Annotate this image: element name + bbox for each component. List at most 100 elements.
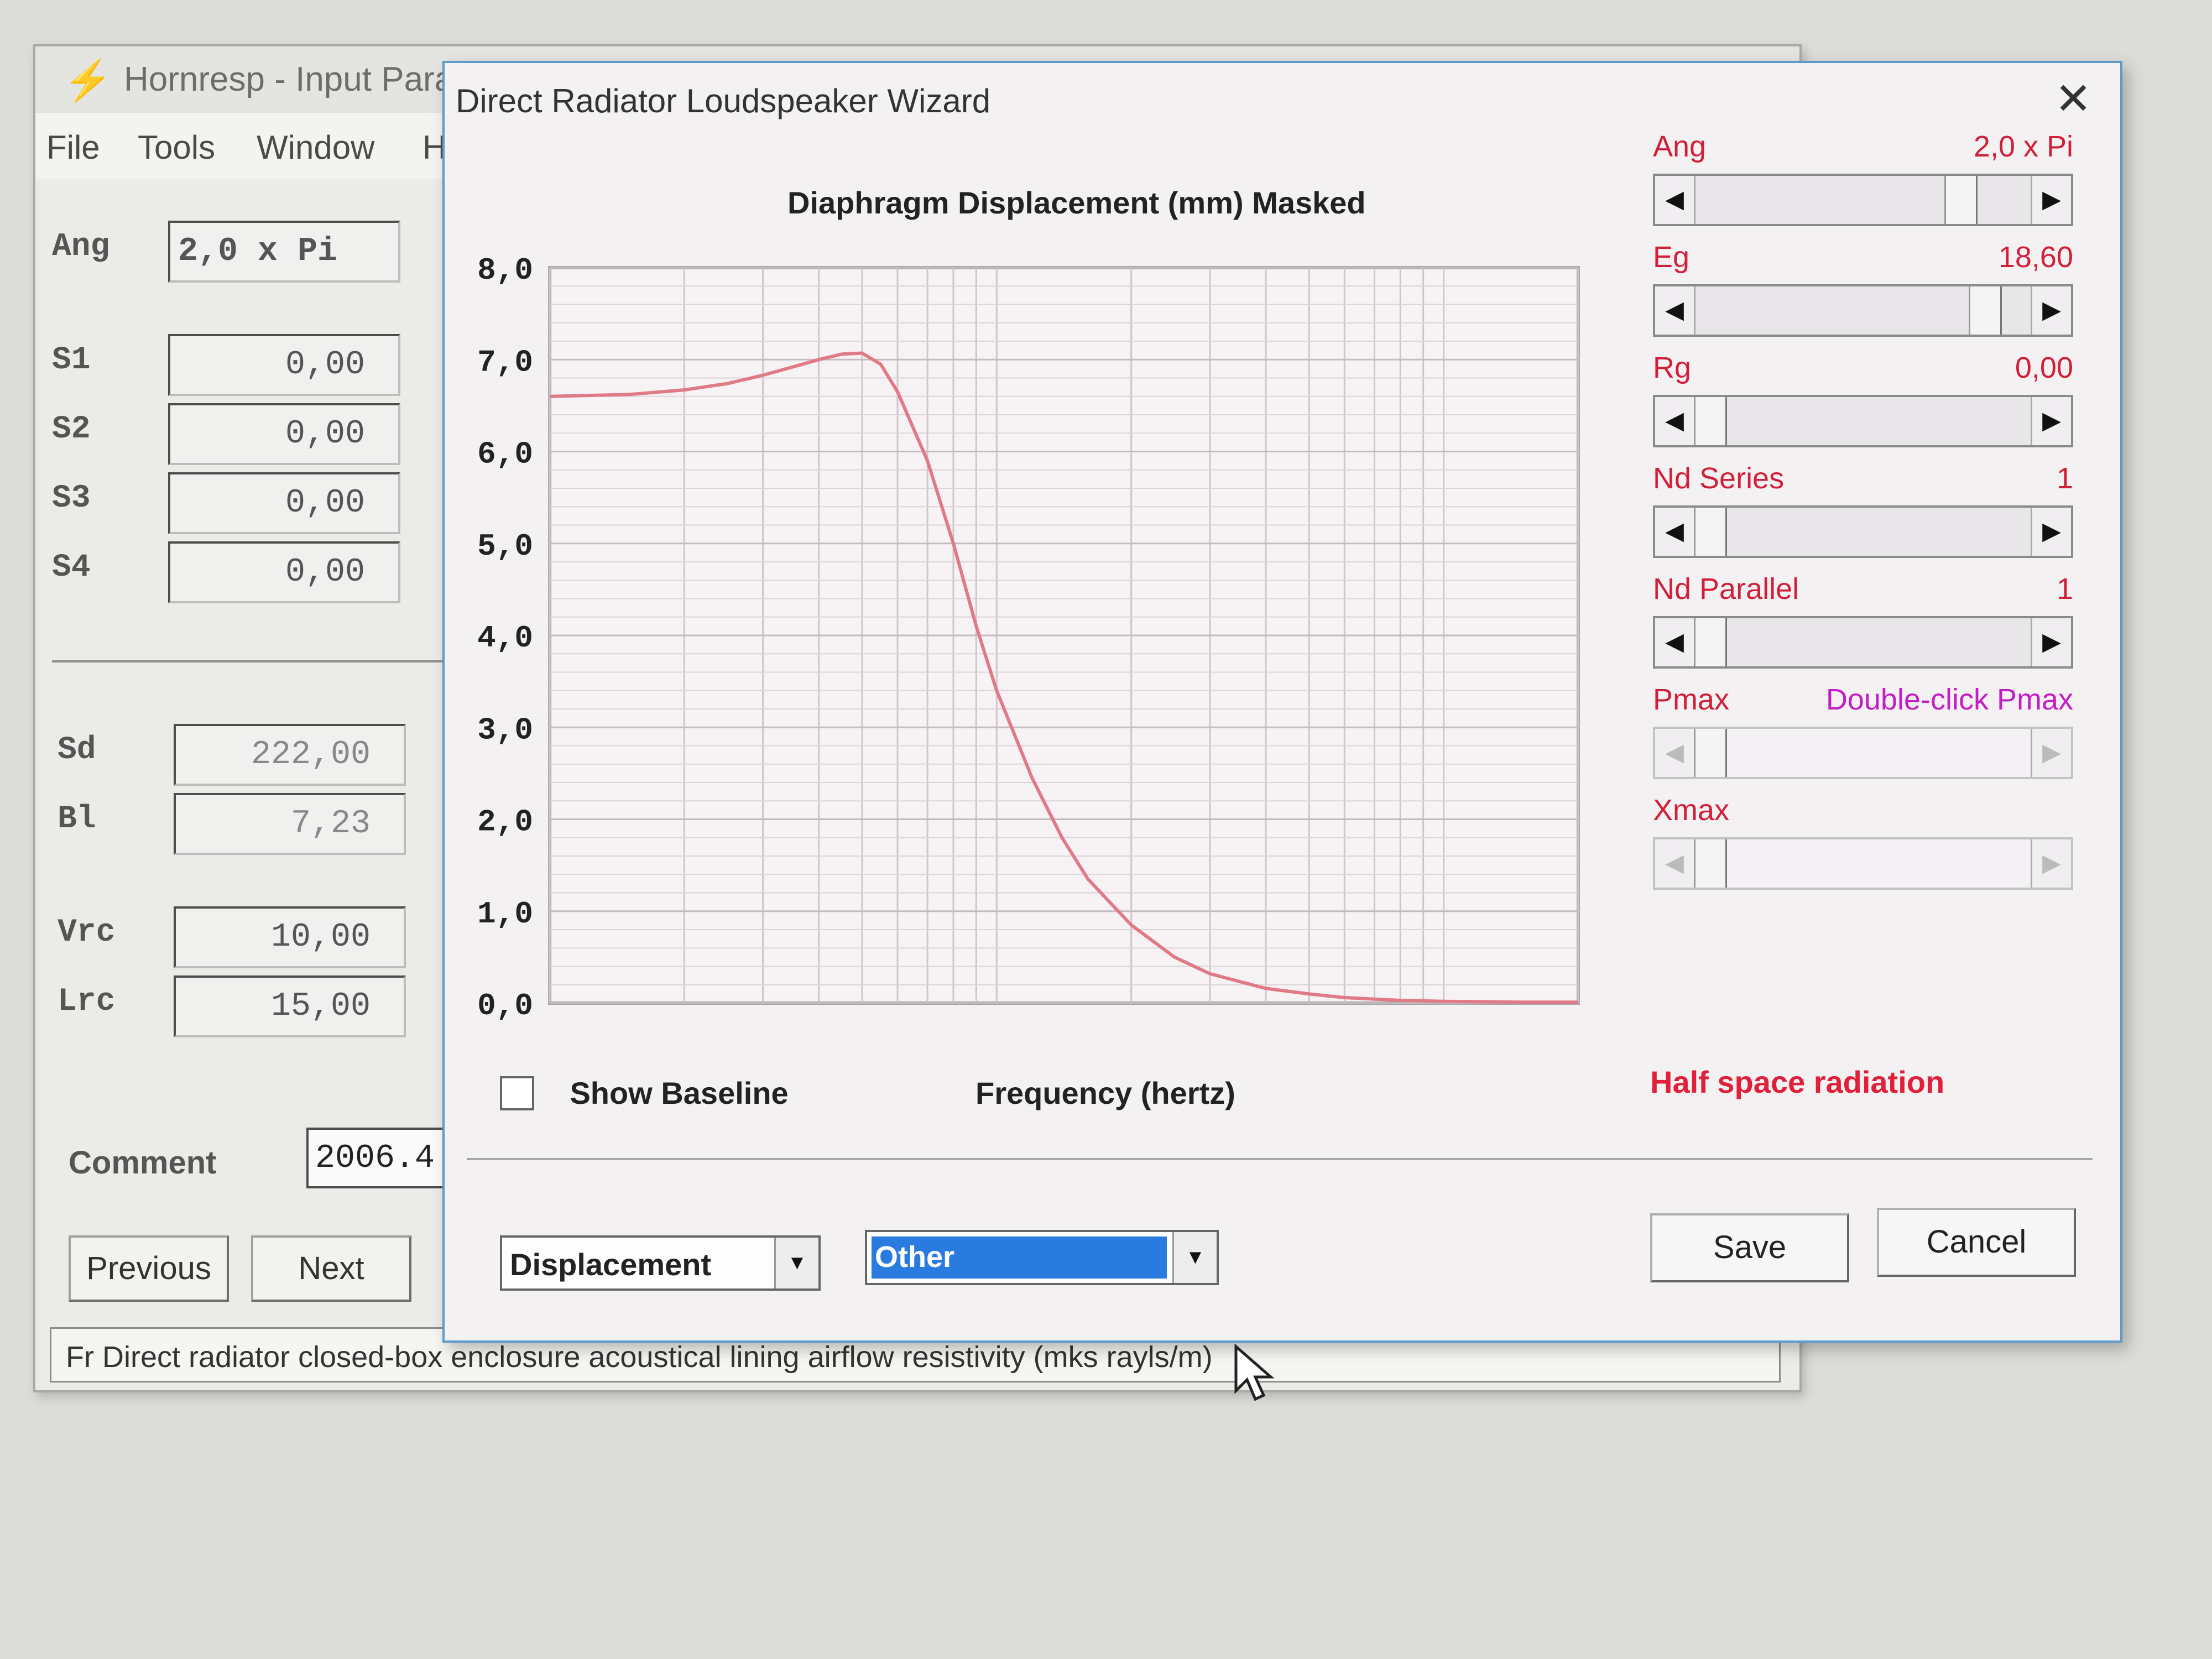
s2-field[interactable]: 0,00 [168,403,400,465]
next-button[interactable]: Next [251,1235,411,1302]
vrc-label: Vrc [58,915,116,951]
y-tick-label: 2,0 [478,805,533,840]
arrow-left-icon[interactable]: ◀ [1655,508,1695,556]
arrow-right-icon[interactable]: ▶ [2031,508,2071,556]
y-tick-label: 0,0 [478,988,533,1020]
sd-field[interactable]: 222,00 [174,724,406,786]
arrow-left-icon[interactable]: ◀ [1655,618,1695,666]
arrow-left-icon[interactable]: ◀ [1655,397,1695,445]
slider-value: 18,60 [1998,241,2073,274]
slider-track[interactable]: ◀ ▶ [1653,284,2073,337]
slider-track[interactable]: ◀ ▶ [1653,174,2073,226]
slider-value[interactable]: Double-click Pmax [1826,682,2073,717]
arrow-left-icon[interactable]: ◀ [1655,176,1695,224]
s1-label: S1 [52,342,91,378]
s4-field[interactable]: 0,00 [168,541,400,603]
slider-track[interactable]: ◀ ▶ [1653,395,2073,447]
s1-field[interactable]: 0,00 [168,334,400,396]
arrow-right-icon[interactable]: ▶ [2031,618,2071,666]
bl-field[interactable]: 7,23 [174,793,406,855]
chart-title: Diaphragm Displacement (mm) Masked [787,185,1366,220]
window-title: Hornresp - Input Paran [124,60,473,98]
slider-nd-series: Nd Series 1 ◀ ▶ [1653,461,2073,561]
slider-thumb[interactable] [1944,176,1978,224]
slider-nd-parallel: Nd Parallel 1 ◀ ▶ [1653,572,2073,671]
slider-eg: Eg 18,60 ◀ ▶ [1653,240,2073,340]
slider-value: 2,0 x Pi [1973,130,2073,163]
close-icon[interactable]: ✕ [2048,74,2098,124]
ang-label: Ang [52,229,110,265]
plot-type-select[interactable]: Displacement ▼ [500,1235,821,1291]
y-tick-label: 8,0 [478,253,533,288]
arrow-right-icon: ▶ [2031,839,2071,888]
slider-pmax: Pmax Double-click Pmax ◀ ▶ [1653,682,2073,782]
slider-thumb[interactable] [1694,508,1727,556]
slider-label: Rg [1653,351,1692,384]
slider-label: Ang [1653,130,1707,163]
y-tick-label: 3,0 [478,712,533,748]
slider-label: Eg [1653,241,1690,274]
chevron-down-icon[interactable]: ▼ [1172,1232,1217,1283]
slider-track: ◀ ▶ [1653,837,2073,890]
slider-rg: Rg 0,00 ◀ ▶ [1653,351,2073,450]
menu-file[interactable]: File [46,128,100,166]
hornresp-app-icon: ⚡ [63,59,113,103]
displacement-chart: 8,07,06,05,04,03,02,01,00,01024681002468… [478,253,1580,1020]
plot-type-value: Displacement [510,1247,712,1282]
arrow-right-icon[interactable]: ▶ [2031,286,2071,335]
slider-label: Pmax [1653,683,1730,716]
arrow-right-icon[interactable]: ▶ [2031,397,2071,445]
vrc-field[interactable]: 10,00 [174,906,406,968]
slider-thumb[interactable] [1694,397,1727,445]
slider-value: 1 [2056,572,2073,606]
slider-label: Nd Parallel [1653,572,1799,606]
show-baseline-label: Show Baseline [570,1076,789,1110]
ang-field[interactable]: 2,0 x Pi [168,221,400,283]
previous-button[interactable]: Previous [69,1235,229,1302]
arrow-left-icon[interactable]: ◀ [1655,286,1695,335]
slider-label: Xmax [1653,794,1730,827]
menu-tools[interactable]: Tools [138,128,215,166]
s2-label: S2 [52,411,91,447]
s3-field[interactable]: 0,00 [168,472,400,534]
x-axis-label: Frequency (hertz) [975,1076,1235,1110]
arrow-right-icon: ▶ [2031,729,2071,777]
slider-value: 0,00 [2015,351,2073,384]
y-tick-label: 1,0 [478,896,533,932]
dialog-separator [467,1158,2093,1160]
s4-label: S4 [52,550,91,586]
slider-thumb [1694,839,1727,888]
arrow-right-icon[interactable]: ▶ [2031,176,2071,224]
slider-label: Nd Series [1653,462,1785,495]
slider-track: ◀ ▶ [1653,727,2073,779]
menu-window[interactable]: Window [257,128,374,166]
mouse-cursor-icon [1234,1344,1275,1401]
arrow-left-icon: ◀ [1655,729,1695,777]
slider-thumb[interactable] [1694,618,1727,666]
arrow-left-icon: ◀ [1655,839,1695,888]
y-tick-label: 6,0 [478,437,533,472]
chevron-down-icon[interactable]: ▼ [774,1238,818,1288]
show-baseline-control[interactable]: Show Baseline [500,1075,789,1111]
loudspeaker-wizard-dialog: Direct Radiator Loudspeaker Wizard ✕ Dia… [442,61,2122,1343]
other-select[interactable]: Other ▼ [865,1230,1219,1285]
show-baseline-checkbox[interactable] [500,1076,534,1110]
slider-value: 1 [2056,462,2073,495]
comment-label: Comment [69,1145,217,1181]
s3-label: S3 [52,481,91,517]
y-tick-label: 7,0 [478,345,533,380]
slider-thumb [1694,729,1727,777]
sd-label: Sd [58,732,96,768]
separator [52,660,445,662]
slider-track[interactable]: ◀ ▶ [1653,616,2073,669]
bl-label: Bl [58,801,96,837]
y-tick-label: 4,0 [478,620,533,656]
other-select-value: Other [872,1237,1167,1279]
slider-ang: Ang 2,0 x Pi ◀ ▶ [1653,129,2073,229]
lrc-field[interactable]: 15,00 [174,975,406,1037]
cancel-button[interactable]: Cancel [1877,1208,2076,1277]
slider-track[interactable]: ◀ ▶ [1653,505,2073,558]
slider-thumb[interactable] [1968,286,2002,335]
y-tick-label: 5,0 [478,529,533,564]
save-button[interactable]: Save [1650,1213,1849,1282]
